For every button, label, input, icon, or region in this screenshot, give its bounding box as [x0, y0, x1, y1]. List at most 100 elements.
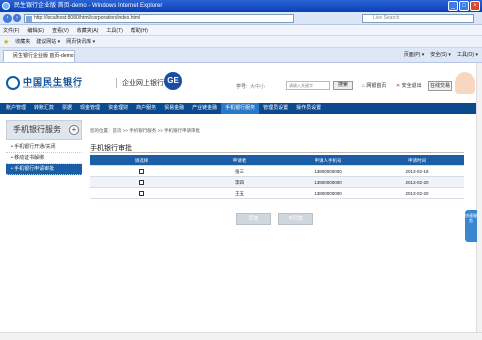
- quick-service-tab[interactable]: 快速服务: [465, 210, 477, 242]
- favorites-label[interactable]: 收藏夹: [15, 38, 30, 45]
- tab-row: 民生银行企业版 首页-demo 页面(P) ▾ 安全(S) ▾ 工具(O) ▾: [0, 48, 482, 63]
- font-size-toggle[interactable]: 大中小: [250, 83, 265, 90]
- col-time: 申请时间: [408, 158, 426, 163]
- site-search-button[interactable]: 搜索: [333, 81, 353, 90]
- window-titlebar: 民生银行企业版 首页-demo - Windows Internet Explo…: [0, 0, 482, 12]
- school-label: 学号:: [236, 84, 248, 90]
- address-row: ‹ › http://localhost:8080/html/corporati…: [0, 12, 482, 25]
- nav-cash[interactable]: 现金管理: [76, 103, 104, 114]
- live-search-input[interactable]: Live Search: [362, 14, 474, 23]
- nav-transfer[interactable]: 转账汇款: [30, 103, 58, 114]
- maximize-button[interactable]: □: [459, 1, 469, 11]
- cell-time: 2013-02-20: [405, 180, 429, 185]
- sidebar-title: 手机银行服务 +: [6, 120, 82, 140]
- cell-select: [90, 177, 193, 188]
- site-search-placeholder: 请输入关键字: [289, 83, 313, 88]
- home-link[interactable]: ⌂ 网银首页: [362, 82, 386, 89]
- nav-finance[interactable]: 资金理财: [104, 103, 132, 114]
- nav-trade[interactable]: 贸易金融: [160, 103, 188, 114]
- table-row: 王五 13800000000 2013-02-20: [90, 188, 464, 199]
- page-icon: [26, 16, 32, 22]
- close-button[interactable]: ×: [470, 1, 480, 11]
- tools-menu[interactable]: 工具(O) ▾: [457, 51, 478, 58]
- menu-file[interactable]: 文件(F): [3, 27, 19, 34]
- approve-button[interactable]: 同意: [236, 213, 271, 225]
- nav-admin[interactable]: 管理员设置: [259, 103, 292, 114]
- ie-icon: [2, 2, 10, 10]
- fav-web-slices[interactable]: 网页快讯库 ▾: [66, 38, 95, 45]
- menu-tools[interactable]: 工具(T): [106, 27, 122, 34]
- cell-time: 2013-02-20: [405, 191, 429, 196]
- nav-mobile[interactable]: 手机银行服务: [221, 103, 260, 114]
- table-header: 请选择 申请者 申请人手机号 申请时间: [90, 155, 464, 166]
- title-divider: [90, 152, 464, 153]
- window-title: 民生银行企业版 首页-demo - Windows Internet Explo…: [14, 3, 163, 9]
- status-bar: [0, 332, 482, 340]
- nav-bill[interactable]: 票据: [58, 103, 76, 114]
- cell-applicant: 王五: [235, 191, 244, 196]
- menu-edit[interactable]: 编辑(E): [27, 27, 44, 34]
- safe-exit-link[interactable]: ✕ 安全退出: [396, 82, 422, 89]
- expand-icon[interactable]: +: [69, 125, 79, 135]
- address-bar[interactable]: http://localhost:8080/html/corporation/i…: [24, 14, 294, 23]
- reject-button[interactable]: 不同意: [278, 213, 313, 225]
- home-label: 网银首页: [366, 83, 387, 89]
- nav-merchant[interactable]: 商户服务: [132, 103, 160, 114]
- site-title: 企业网上银行: [116, 78, 164, 88]
- url-text: http://localhost:8080/html/corporation/i…: [34, 15, 141, 21]
- sidebar-item-open-close[interactable]: • 手机银行开通/关闭: [6, 142, 82, 153]
- approval-table: 请选择 申请者 申请人手机号 申请时间 张三 13800000000 2013-…: [90, 155, 464, 199]
- col-phone: 申请人手机号: [314, 158, 342, 163]
- cell-time: 2013-02-18: [405, 169, 429, 174]
- menu-help[interactable]: 帮助(H): [131, 27, 148, 34]
- safe-exit-label: 安全退出: [401, 83, 422, 89]
- row-checkbox[interactable]: [139, 169, 144, 175]
- menu-bar: 文件(F) 编辑(E) 查看(V) 收藏夹(A) 工具(T) 帮助(H): [0, 25, 482, 36]
- menu-view[interactable]: 查看(V): [52, 27, 69, 34]
- command-bar: 页面(P) ▾ 安全(S) ▾ 工具(O) ▾: [404, 51, 478, 58]
- cell-applicant: 李四: [235, 180, 244, 185]
- cell-phone: 13800000000: [314, 191, 342, 196]
- avatar: [455, 72, 475, 94]
- sidebar-item-label: 手机银行开通/关闭: [14, 144, 56, 150]
- nav-chain[interactable]: 产业链金融: [188, 103, 221, 114]
- page-menu[interactable]: 页面(P) ▾: [404, 51, 425, 58]
- sidebar-item-approve[interactable]: • 手机银行申请审批: [6, 164, 82, 175]
- forward-icon[interactable]: ›: [13, 14, 21, 22]
- tab-title: 民生银行企业版 首页-demo: [13, 53, 74, 59]
- row-checkbox[interactable]: [139, 191, 144, 197]
- bank-logo[interactable]: 中国民生银行 CHINA MINSHENG BANKING CORP. LTD: [6, 75, 110, 91]
- col-select: 请选择: [134, 158, 149, 163]
- sidebar-item-unbind[interactable]: • 移动证书解绑: [6, 153, 82, 164]
- browser-tab[interactable]: 民生银行企业版 首页-demo: [3, 50, 75, 62]
- cell-phone: 13800000000: [314, 180, 342, 185]
- cell-phone: 13800000000: [314, 169, 342, 174]
- cell-select: [90, 166, 193, 177]
- favorites-bar: ★ 收藏夹 建议网站 ▾ 网页快讯库 ▾: [0, 36, 482, 48]
- bank-logo-icon: [6, 76, 20, 90]
- nav-operator[interactable]: 操作员设置: [292, 103, 325, 114]
- row-checkbox[interactable]: [139, 180, 144, 186]
- vertical-scrollbar[interactable]: [476, 63, 482, 340]
- sidebar-item-label: 手机银行申请审批: [14, 166, 55, 172]
- safety-menu[interactable]: 安全(S) ▾: [430, 51, 451, 58]
- col-applicant: 申请者: [232, 158, 247, 163]
- search-placeholder: Live Search: [373, 15, 400, 21]
- home-icon: ⌂: [362, 83, 366, 89]
- logo-en: CHINA MINSHENG BANKING CORP. LTD: [23, 85, 80, 89]
- cell-select: [90, 188, 193, 199]
- nav-account[interactable]: 账户管理: [2, 103, 30, 114]
- breadcrumb: 您的位置：首页 >> 手机银行服务 >> 手机银行申请审批: [90, 128, 201, 133]
- star-icon: ★: [3, 38, 10, 46]
- table-row: 李四 13800000000 2013-02-20: [90, 177, 464, 188]
- minimize-button[interactable]: _: [448, 1, 458, 11]
- menu-favorites[interactable]: 收藏夹(A): [77, 27, 99, 34]
- back-icon[interactable]: ‹: [3, 14, 12, 23]
- fav-suggested-sites[interactable]: 建议网站 ▾: [36, 38, 60, 45]
- site-header: 中国民生银行 CHINA MINSHENG BANKING CORP. LTD …: [0, 63, 482, 103]
- site-search-input[interactable]: 请输入关键字: [286, 81, 330, 90]
- ge-logo: GE: [164, 72, 182, 90]
- window-buttons: _ □ ×: [448, 1, 480, 11]
- online-trade-button[interactable]: 在线交易: [428, 81, 452, 91]
- cell-applicant: 张三: [235, 169, 244, 174]
